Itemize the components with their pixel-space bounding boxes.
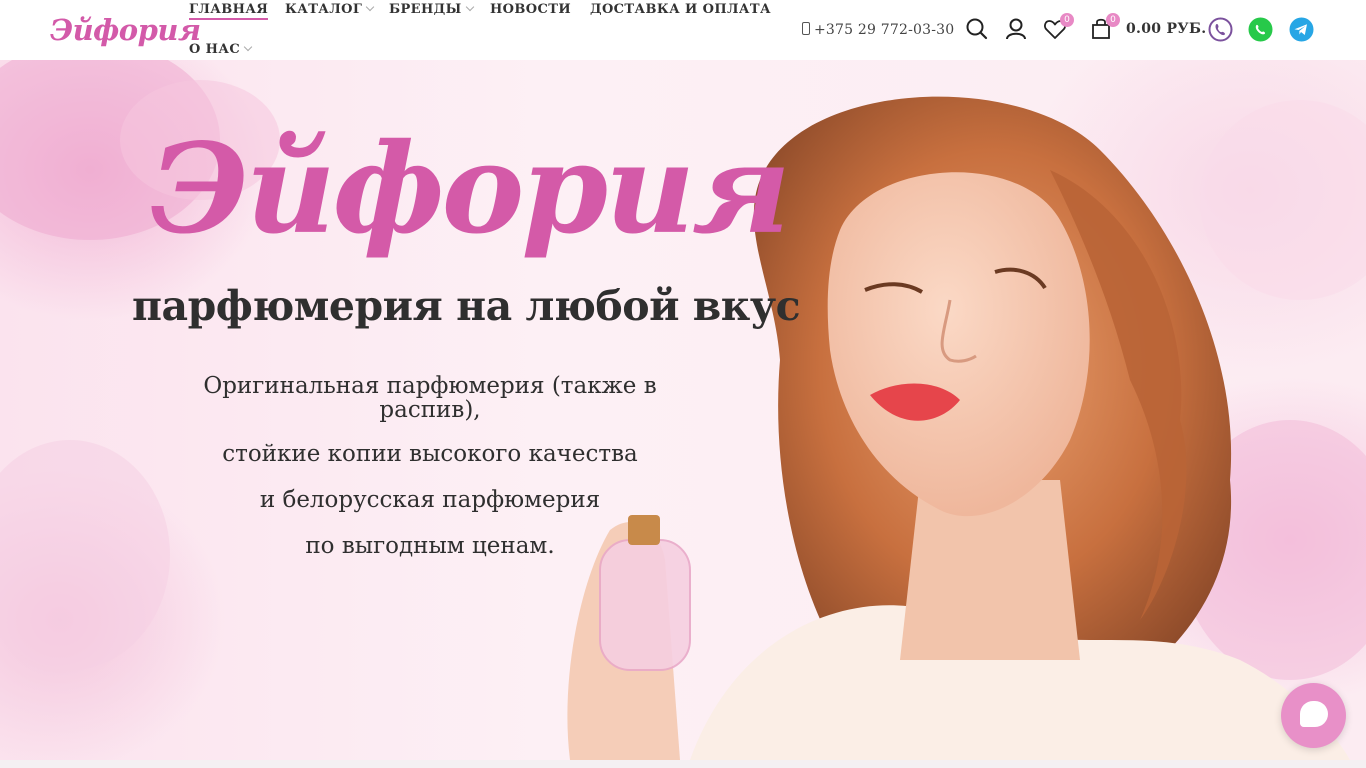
whatsapp-icon[interactable] — [1248, 17, 1273, 42]
nav-item-label: КАТАЛОГ — [285, 2, 363, 17]
nav-item-news[interactable]: НОВОСТИ — [490, 2, 571, 17]
site-logo[interactable]: Эйфория — [50, 10, 201, 50]
nav-item-catalog[interactable]: КАТАЛОГ — [285, 2, 375, 17]
phone-icon — [802, 22, 810, 35]
hero-text-line: Оригинальная парфюмерия (также в распив)… — [203, 373, 657, 423]
phone-number: +375 29 772-03-30 — [814, 22, 955, 38]
page-bottom-strip — [0, 760, 1366, 768]
wishlist-button[interactable]: 0 — [1042, 13, 1074, 42]
nav-item-label: ГЛАВНАЯ — [189, 2, 269, 20]
chevron-down-icon — [243, 42, 253, 52]
nav-item-label: БРЕНДЫ — [389, 2, 462, 17]
chat-icon — [1300, 701, 1328, 727]
site-header: Эйфория ГЛАВНАЯ КАТАЛОГ БРЕНДЫ НОВОСТИ Д… — [0, 0, 1366, 60]
flower-decoration — [0, 440, 170, 670]
nav-item-label: ДОСТАВКА И ОПЛАТА — [590, 2, 771, 17]
nav-item-delivery[interactable]: ДОСТАВКА И ОПЛАТА — [590, 2, 771, 17]
hero-text-line: и белорусская парфюмерия — [259, 487, 601, 513]
chevron-down-icon — [465, 2, 474, 12]
hero-text-line: стойкие копии высокого качества — [222, 441, 638, 467]
search-icon[interactable] — [964, 16, 990, 42]
hero-subtitle: парфюмерия на любой вкус — [132, 282, 801, 330]
wishlist-count-badge: 0 — [1060, 13, 1074, 27]
hero-banner: Эйфория парфюмерия на любой вкус Оригина… — [0, 60, 1366, 760]
cart-button[interactable]: 0 — [1088, 13, 1120, 42]
hero-text-line: по выгодным ценам. — [305, 533, 555, 559]
nav-item-home[interactable]: ГЛАВНАЯ — [189, 2, 269, 20]
nav-item-about[interactable]: О НАС — [189, 42, 253, 57]
chat-button[interactable] — [1281, 683, 1346, 748]
cart-total[interactable]: 0.00 РУБ. — [1126, 21, 1206, 37]
nav-item-label: НОВОСТИ — [490, 2, 572, 17]
viber-icon[interactable] — [1208, 17, 1233, 42]
chevron-down-icon — [366, 2, 375, 12]
nav-item-brands[interactable]: БРЕНДЫ — [389, 2, 474, 17]
cart-count-badge: 0 — [1106, 13, 1120, 27]
phone-link[interactable]: +375 29 772-03-30 — [802, 21, 954, 38]
user-icon[interactable] — [1003, 16, 1029, 42]
hero-title: Эйфория — [150, 117, 791, 262]
nav-item-label: О НАС — [189, 42, 241, 57]
telegram-icon[interactable] — [1289, 17, 1314, 42]
